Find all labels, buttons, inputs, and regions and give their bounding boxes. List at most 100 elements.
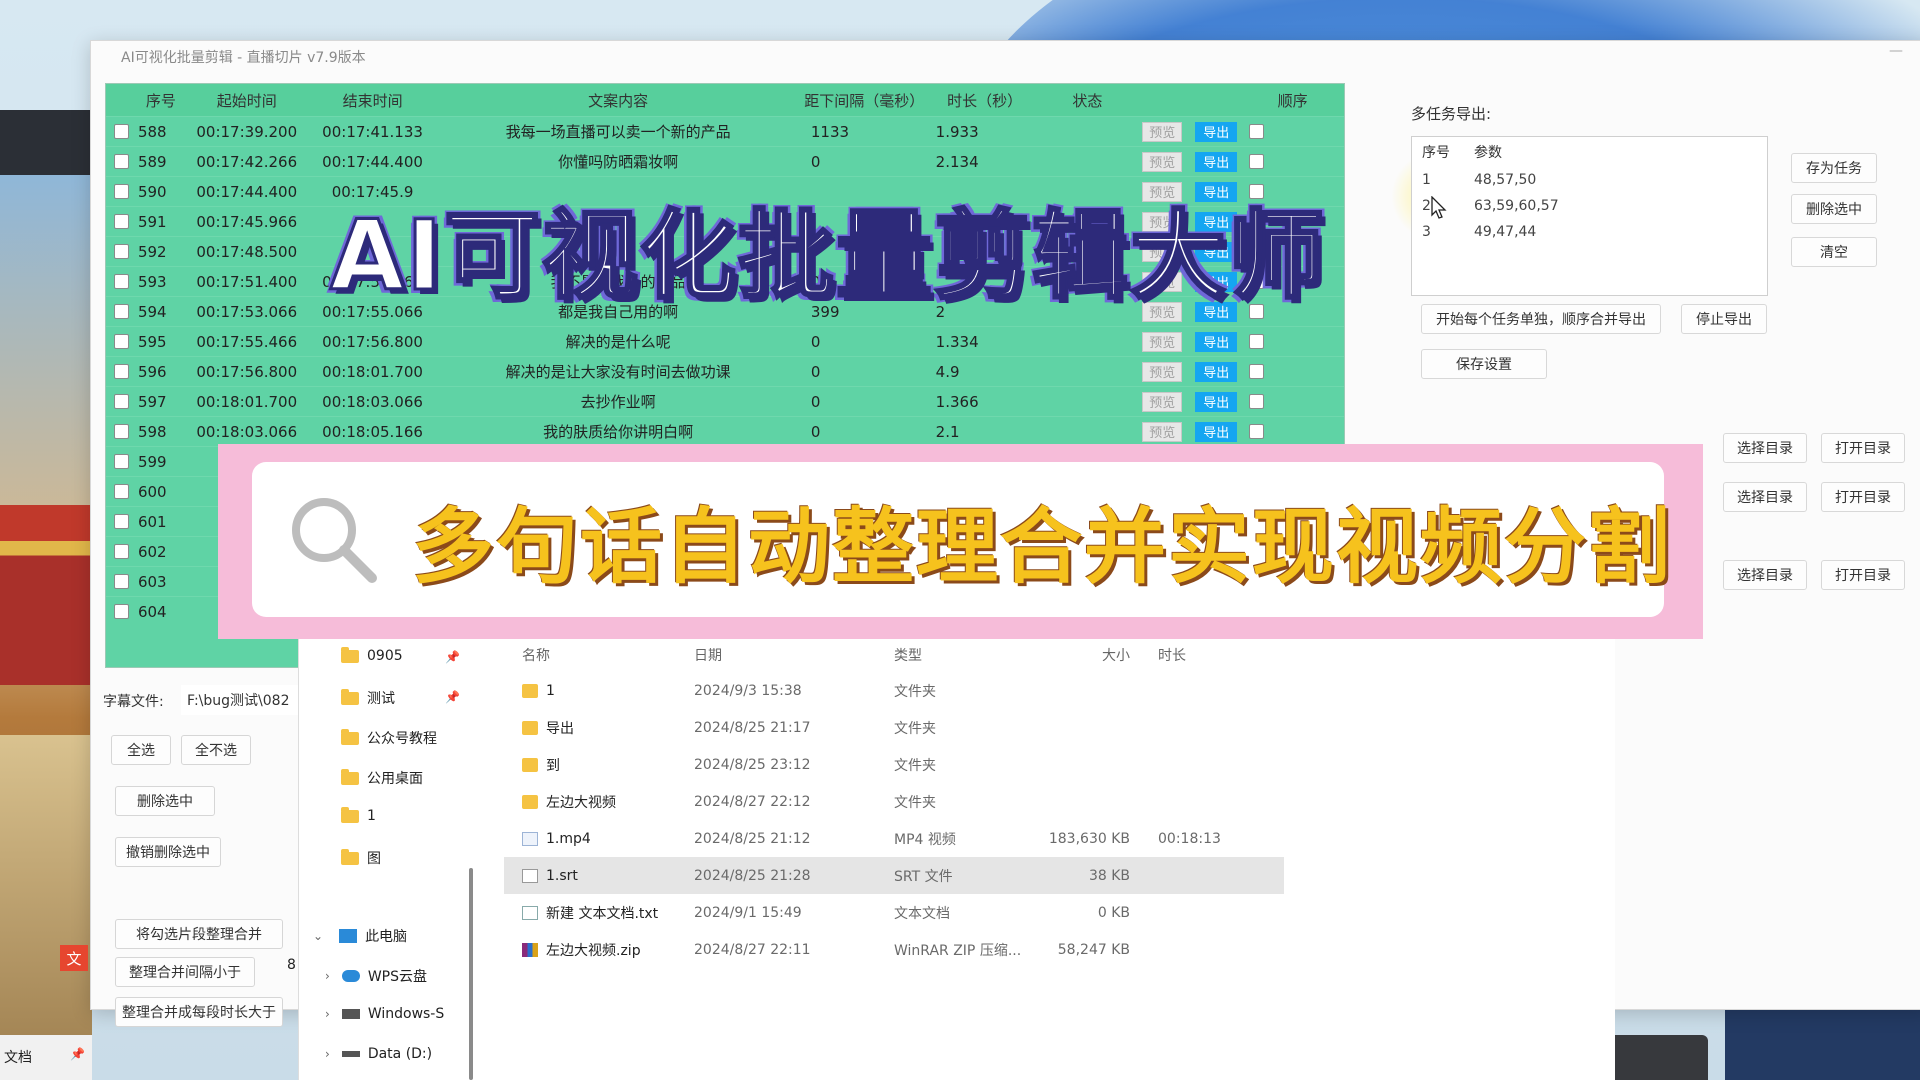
nav-folder[interactable]: 公众号教程 <box>341 728 437 748</box>
file-row[interactable]: 1 2024/9/3 15:38 文件夹 <box>504 672 1614 709</box>
row-checkbox[interactable] <box>106 507 138 536</box>
row-order[interactable] <box>1241 327 1344 356</box>
row-checkbox[interactable] <box>106 537 138 566</box>
column-type[interactable]: 类型 <box>894 645 1044 665</box>
column-name[interactable]: 名称 <box>504 645 694 665</box>
file-name: 1.srt <box>546 867 578 884</box>
file-row[interactable]: 到 2024/8/25 23:12 文件夹 <box>504 746 1614 783</box>
header-index: 序号 <box>145 91 176 110</box>
minimize-button[interactable]: — <box>1889 43 1903 59</box>
row-checkbox[interactable] <box>106 447 138 476</box>
nav-wps-cloud[interactable]: › WPS云盘 <box>325 966 427 986</box>
row-checkbox[interactable] <box>106 267 138 296</box>
nav-folder[interactable]: 测试 <box>341 688 395 708</box>
undo-delete-button[interactable]: 撤销删除选中 <box>115 837 221 867</box>
nav-folder[interactable]: 1 <box>341 806 376 824</box>
preview-button[interactable]: 预览 <box>1142 331 1183 352</box>
table-row[interactable]: 589 00:17:42.266 00:17:44.400 你懂吗防晒霜妆啊 0 2.13… <box>106 146 1344 176</box>
export-button[interactable]: 导出 <box>1195 331 1238 352</box>
export-button[interactable]: 导出 <box>1195 121 1238 142</box>
choose-dir-button[interactable]: 选择目录 <box>1723 482 1807 512</box>
row-checkbox[interactable] <box>106 117 138 146</box>
table-row[interactable]: 595 00:17:55.466 00:17:56.800 解决的是什么呢 0 1.334… <box>106 326 1344 356</box>
table-row[interactable]: 588 00:17:39.200 00:17:41.133 我每一场直播可以卖一个新的… <box>106 116 1344 146</box>
delete-task-button[interactable]: 删除选中 <box>1791 194 1877 224</box>
choose-dir-button[interactable]: 选择目录 <box>1723 560 1807 590</box>
pin-icon: 📌 <box>445 690 460 704</box>
file-row[interactable]: 左边大视频.zip 2024/8/27 22:11 WinRAR ZIP 压缩...… <box>504 931 1614 968</box>
merge-duration-more-button[interactable]: 整理合并成每段时长大于 <box>115 997 283 1027</box>
file-row[interactable]: 1.mp4 2024/8/25 21:12 MP4 视频 183,630 KB 00:1… <box>504 820 1614 857</box>
save-settings-button[interactable]: 保存设置 <box>1421 349 1547 379</box>
preview-button[interactable]: 预览 <box>1142 151 1183 172</box>
row-checkbox[interactable] <box>106 387 138 416</box>
text-file-icon <box>522 905 538 920</box>
table-row[interactable]: 597 00:18:01.700 00:18:03.066 去抄作业啊 0 1.366 预览… <box>106 386 1344 416</box>
merge-gap-value[interactable]: 8 <box>287 957 296 973</box>
export-button[interactable]: 导出 <box>1195 391 1238 412</box>
file-row[interactable]: 左边大视频 2024/8/27 22:12 文件夹 <box>504 783 1614 820</box>
open-dir-button[interactable]: 打开目录 <box>1821 433 1905 463</box>
save-task-button[interactable]: 存为任务 <box>1791 153 1877 183</box>
row-checkbox[interactable] <box>106 477 138 506</box>
row-checkbox[interactable] <box>106 357 138 386</box>
merge-selected-button[interactable]: 将勾选片段整理合并 <box>115 919 283 949</box>
file-row[interactable]: 新建 文本文档.txt 2024/9/1 15:49 文本文档 0 KB <box>504 894 1614 931</box>
nav-data-drive[interactable]: › Data (D:) <box>325 1046 432 1062</box>
file-row[interactable]: 导出 2024/8/25 21:17 文件夹 <box>504 709 1614 746</box>
preview-button[interactable]: 预览 <box>1142 391 1183 412</box>
quick-access-documents[interactable]: 文档 📌 <box>0 1035 92 1080</box>
row-checkbox[interactable] <box>106 207 138 236</box>
nav-folder[interactable]: 图 <box>341 848 381 868</box>
subtitle-file-path-field[interactable]: F:\bug测试\082 <box>181 685 301 715</box>
task-row[interactable]: 1 48,57,50 <box>1412 167 1767 193</box>
column-duration[interactable]: 时长 <box>1144 645 1264 665</box>
column-size[interactable]: 大小 <box>1044 645 1144 665</box>
preview-button[interactable]: 预览 <box>1142 361 1183 382</box>
task-row[interactable]: 2 63,59,60,57 <box>1412 193 1767 219</box>
nav-folder[interactable]: 公用桌面 <box>341 768 423 788</box>
nav-folder[interactable]: 0905 <box>341 646 403 664</box>
select-none-button[interactable]: 全不选 <box>181 735 251 765</box>
row-order[interactable] <box>1241 147 1344 176</box>
row-checkbox[interactable] <box>106 177 138 206</box>
row-checkbox[interactable] <box>106 597 138 626</box>
stop-export-button[interactable]: 停止导出 <box>1681 304 1767 334</box>
task-row[interactable]: 3 49,47,44 <box>1412 219 1767 245</box>
export-button[interactable]: 导出 <box>1195 421 1238 442</box>
open-dir-button[interactable]: 打开目录 <box>1821 482 1905 512</box>
nav-scrollbar[interactable] <box>469 868 473 1080</box>
taskbar-item[interactable] <box>1608 1035 1708 1080</box>
open-dir-button[interactable]: 打开目录 <box>1821 560 1905 590</box>
table-row[interactable]: 598 00:18:03.066 00:18:05.166 我的肤质给你讲明白啊 0 2.… <box>106 416 1344 446</box>
row-checkbox[interactable] <box>106 327 138 356</box>
clear-tasks-button[interactable]: 清空 <box>1791 237 1877 267</box>
text-tag-button[interactable]: 文 <box>60 945 88 971</box>
merge-gap-less-button[interactable]: 整理合并间隔小于 <box>115 957 255 987</box>
delete-selected-button[interactable]: 删除选中 <box>115 786 215 816</box>
row-order[interactable] <box>1241 417 1344 446</box>
row-order[interactable] <box>1241 117 1344 146</box>
row-order[interactable] <box>1241 387 1344 416</box>
file-name: 1 <box>546 682 555 699</box>
select-all-button[interactable]: 全选 <box>111 735 171 765</box>
row-checkbox[interactable] <box>106 567 138 596</box>
preview-button[interactable]: 预览 <box>1142 121 1183 142</box>
start-export-button[interactable]: 开始每个任务单独，顺序合并导出 <box>1421 304 1661 334</box>
row-checkbox[interactable] <box>106 237 138 266</box>
nav-this-pc[interactable]: ⌄ 此电脑 <box>313 926 407 946</box>
row-checkbox[interactable] <box>106 147 138 176</box>
row-order[interactable] <box>1241 357 1344 386</box>
choose-dir-button[interactable]: 选择目录 <box>1723 433 1807 463</box>
file-row[interactable]: 1.srt 2024/8/25 21:28 SRT 文件 38 KB <box>504 857 1284 894</box>
nav-windows-drive[interactable]: › Windows-S <box>325 1006 444 1022</box>
export-button[interactable]: 导出 <box>1195 361 1238 382</box>
preview-button[interactable]: 预览 <box>1142 421 1183 442</box>
row-index: 600 <box>137 482 167 501</box>
row-checkbox[interactable] <box>106 297 138 326</box>
row-duration: 1.366 <box>935 392 979 411</box>
table-row[interactable]: 596 00:17:56.800 00:18:01.700 解决的是让大家没有时间去做… <box>106 356 1344 386</box>
column-date[interactable]: 日期 <box>694 645 894 665</box>
row-checkbox[interactable] <box>106 417 138 446</box>
export-button[interactable]: 导出 <box>1195 151 1238 172</box>
